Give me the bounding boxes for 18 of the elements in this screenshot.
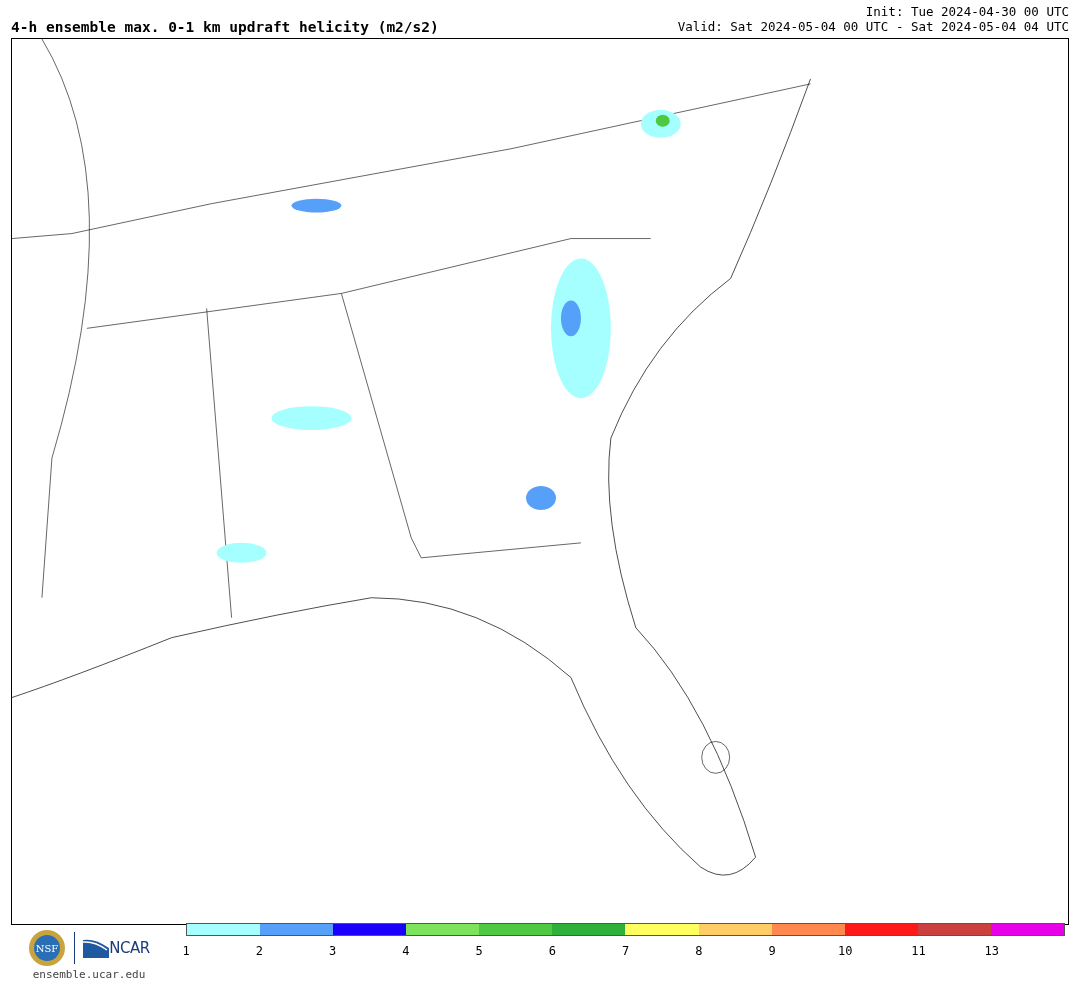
scale-tick-label: 3 bbox=[328, 943, 337, 960]
scale-tick-label: 11 bbox=[911, 943, 926, 960]
scale-tick-label: 4 bbox=[402, 943, 410, 960]
scale-tick-label: 7 bbox=[621, 943, 630, 960]
valid-time: Valid: Sat 2024-05-04 00 UTC - Sat 2024-05-04 04 UTC bbox=[677, 19, 1069, 34]
chart-title: 4-h ensemble max. 0-1 km updraft helicity (m2/s2) bbox=[11, 19, 439, 34]
scale-tick-label: 13 bbox=[984, 943, 999, 960]
scale-tick-label: 2 bbox=[255, 943, 263, 960]
init-time: Init: Tue 2024-04-30 00 UTC bbox=[864, 4, 1069, 19]
scale-tick-label: 8 bbox=[695, 943, 703, 960]
scale-tick-label: 9 bbox=[768, 943, 776, 960]
scale-tick-label: 10 bbox=[838, 943, 853, 960]
ncar-logo: NCAR bbox=[83, 936, 150, 960]
scale-tick-label: 6 bbox=[548, 943, 556, 960]
website-url: ensemble.ucar.edu bbox=[32, 967, 146, 983]
nsf-logo: NSF bbox=[28, 929, 67, 967]
scale-tick-label: 5 bbox=[475, 943, 483, 960]
scale-tick-label: 1 bbox=[182, 943, 190, 960]
